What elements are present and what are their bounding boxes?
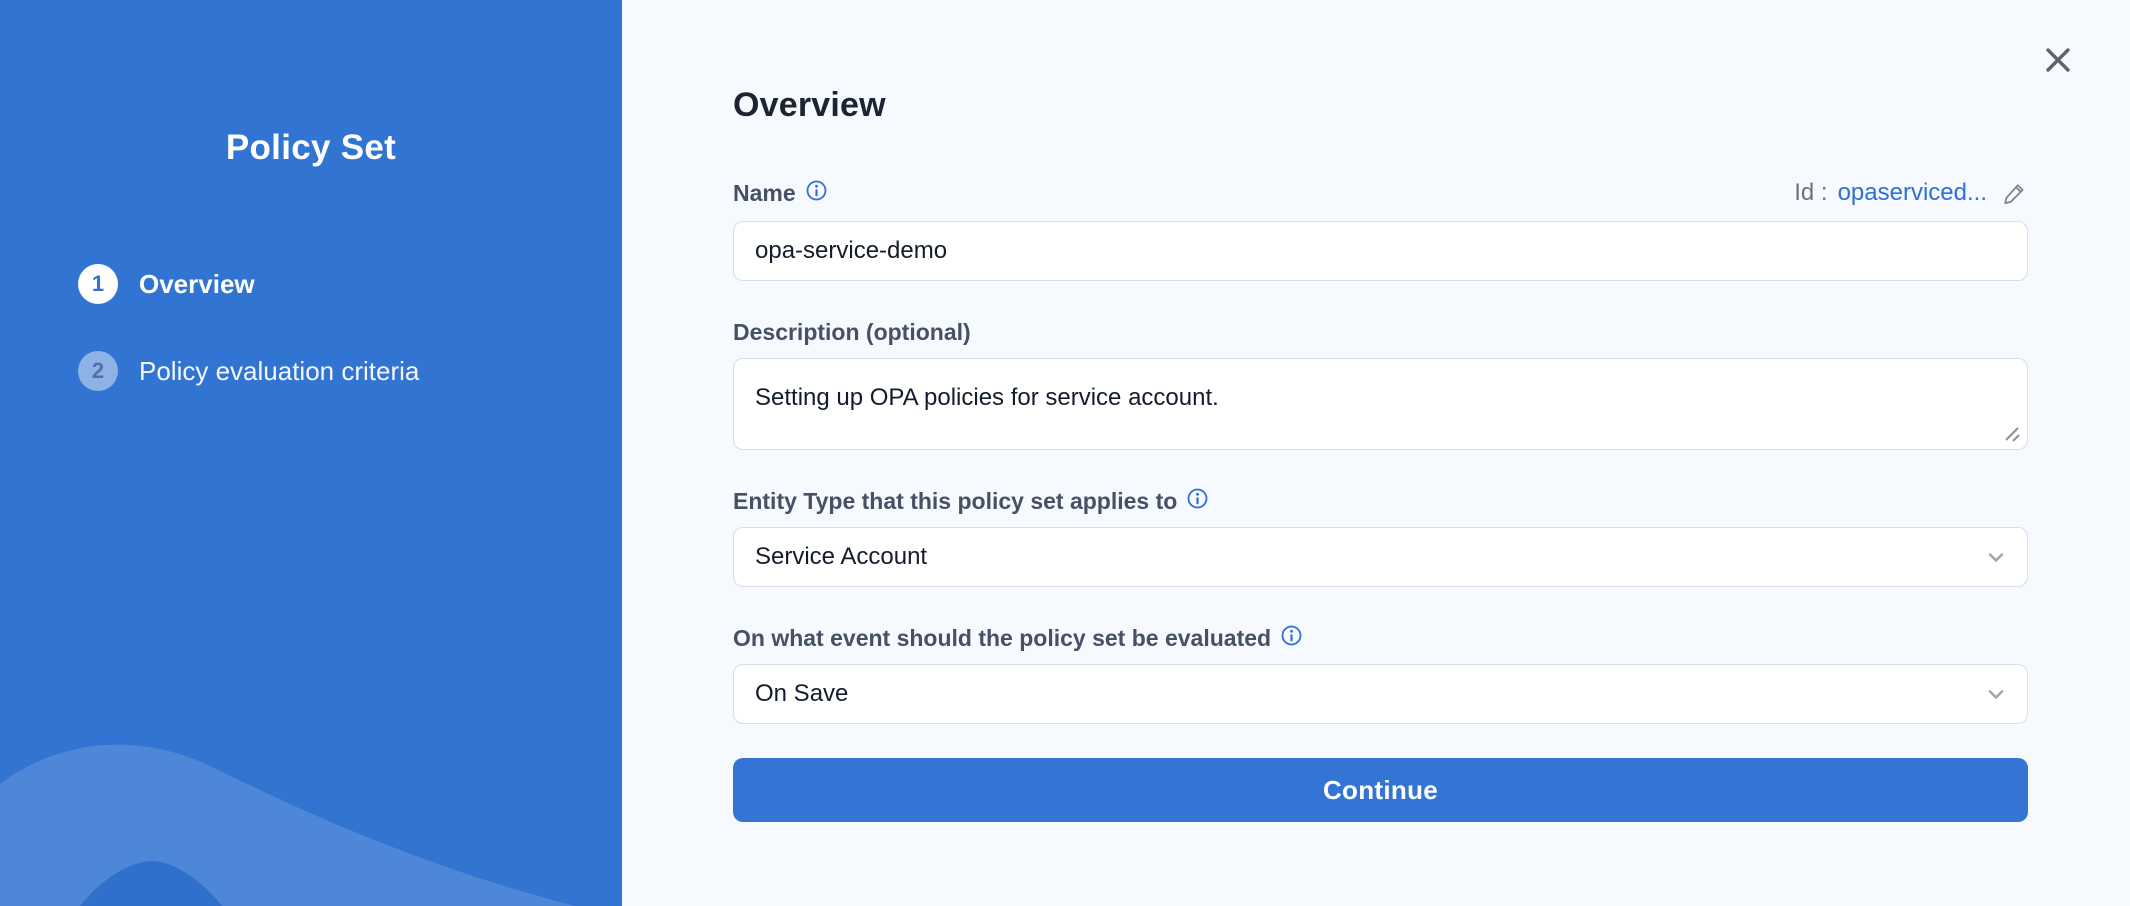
step-policy-evaluation-criteria[interactable]: 2 Policy evaluation criteria (78, 351, 622, 391)
description-label: Description (optional) (733, 319, 2028, 346)
name-label: Name (733, 180, 796, 207)
name-label-group: Name (733, 180, 827, 207)
description-textarea[interactable]: Setting up OPA policies for service acco… (733, 358, 2028, 450)
edit-id-button[interactable] (2001, 180, 2028, 207)
step-1-badge: 1 (78, 264, 118, 304)
entity-type-label: Entity Type that this policy set applies… (733, 488, 1177, 515)
name-input[interactable] (733, 221, 2028, 281)
event-select[interactable]: On Save (733, 664, 2028, 724)
id-prefix: Id : (1794, 179, 1827, 207)
entity-type-value: Service Account (755, 543, 927, 571)
policy-set-dialog: Policy Set 1 Overview 2 Policy evaluatio… (0, 0, 2130, 906)
entity-type-select[interactable]: Service Account (733, 527, 2028, 587)
close-button[interactable] (2038, 40, 2078, 80)
info-icon[interactable] (1187, 488, 1208, 509)
wizard-sidebar: Policy Set 1 Overview 2 Policy evaluatio… (0, 0, 622, 906)
continue-button[interactable]: Continue (733, 758, 2028, 822)
chevron-down-icon (1984, 682, 2008, 706)
sidebar-wave-decoration (0, 736, 622, 906)
page-title: Overview (733, 0, 2028, 125)
name-row: Name Id : opaserviced... (733, 179, 2028, 207)
overview-panel: Overview Name Id : opaserviced... (622, 0, 2130, 906)
id-row: Id : opaserviced... (1794, 179, 2028, 207)
step-2-badge: 2 (78, 351, 118, 391)
info-icon[interactable] (806, 180, 827, 201)
step-2-label: Policy evaluation criteria (139, 356, 419, 387)
info-icon[interactable] (1281, 625, 1302, 646)
description-field-wrap: Setting up OPA policies for service acco… (733, 358, 2028, 450)
event-value: On Save (755, 680, 848, 708)
wizard-steps: 1 Overview 2 Policy evaluation criteria (0, 264, 622, 391)
close-icon (2045, 47, 2071, 73)
step-overview[interactable]: 1 Overview (78, 264, 622, 304)
step-1-label: Overview (139, 269, 255, 300)
chevron-down-icon (1984, 545, 2008, 569)
pencil-icon (2001, 180, 2028, 207)
event-label-group: On what event should the policy set be e… (733, 625, 2028, 652)
event-label: On what event should the policy set be e… (733, 625, 1271, 652)
id-link[interactable]: opaserviced... (1838, 179, 1987, 207)
entity-type-label-group: Entity Type that this policy set applies… (733, 488, 2028, 515)
sidebar-title: Policy Set (0, 128, 622, 168)
